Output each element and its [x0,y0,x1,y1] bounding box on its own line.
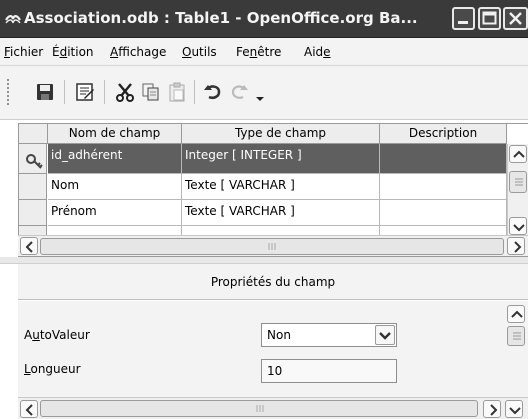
pane-splitter[interactable] [0,257,528,264]
field-description-cell[interactable] [380,200,507,226]
menu-fichier[interactable]: Fichier [4,45,43,59]
toolbar-separator [104,80,105,104]
cut-button[interactable] [114,81,136,103]
close-button[interactable] [503,7,528,30]
title-bar[interactable]: Association.odb : Table1 - OpenOffice.or… [0,0,528,38]
longueur-label: Longueur [24,362,81,376]
autovaleur-value: Non [267,328,291,342]
chevron-down-icon [513,224,525,232]
row-header[interactable] [19,174,47,200]
chevron-left-icon [25,404,33,416]
field-name-cell[interactable]: Nom [48,174,182,200]
paste-icon [169,82,185,102]
edit-button[interactable] [74,81,96,103]
scroll-thumb[interactable] [40,400,478,417]
grip-lines-icon [513,332,521,340]
toolbar-separator [64,80,65,104]
undo-icon [204,85,221,100]
toolbar [0,66,528,120]
toolbar-more-icon [256,97,264,101]
toolbar-grip[interactable] [7,78,9,106]
column-header-type[interactable]: Type de champ [182,124,380,144]
menu-aide[interactable]: Aide [304,45,331,59]
close-icon [509,12,522,25]
column-header-name[interactable]: Nom de champ [48,124,182,144]
window-title: Association.odb : Table1 - OpenOffice.or… [24,9,418,27]
table-design-grid: Nom de champ Type de champ Description i… [18,123,528,236]
grip-lines-icon [515,178,523,186]
menu-affichage[interactable]: Affichage [110,45,166,59]
autovaleur-label: AutoValeur [24,328,90,342]
menu-fenetre[interactable]: Fenêtre [236,45,281,59]
table-vertical-scrollbar[interactable] [507,144,528,236]
grip-lines-icon [268,243,276,250]
toolbar-more-button[interactable] [254,81,266,103]
minimize-icon [458,21,468,24]
properties-horizontal-scrollbar[interactable] [18,397,528,419]
toolbar-separator [194,80,195,104]
menu-bar: Fichier Édition Affichage Outils Fenêtre… [0,38,528,66]
properties-vertical-scrollbar[interactable] [504,301,528,397]
maximize-icon [482,11,497,25]
paste-button[interactable] [166,81,188,103]
save-button[interactable] [34,81,56,103]
scroll-right-button[interactable] [483,400,501,418]
scroll-right-button[interactable] [507,237,525,255]
field-type-cell[interactable]: Texte [ VARCHAR ] [182,200,380,226]
scroll-down-button[interactable] [505,400,523,418]
redo-icon [231,85,248,99]
chevron-up-icon [513,150,525,158]
column-header-description[interactable]: Description [380,124,507,144]
field-name-cell[interactable]: Prénom [48,200,182,226]
autovaleur-dropdown-button[interactable] [375,325,395,345]
field-properties-panel: Propriétés du champ AutoValeur Non Longu… [0,264,528,419]
scroll-down-button[interactable] [509,217,527,235]
scroll-left-button[interactable] [20,237,38,255]
scroll-up-button[interactable] [507,305,525,323]
properties-title: Propriétés du champ [18,264,528,300]
chevron-right-icon [514,241,522,253]
longueur-input[interactable]: 10 [261,359,397,383]
properties-body: AutoValeur Non Longueur 10 [18,301,528,419]
chevron-left-icon [25,241,33,253]
copy-button[interactable] [140,81,162,103]
maximize-button[interactable] [478,7,501,30]
scroll-up-button[interactable] [509,145,527,163]
longueur-value: 10 [267,364,283,378]
autovaleur-select[interactable]: Non [261,323,397,347]
field-description-cell[interactable] [380,174,507,200]
minimize-button[interactable] [452,7,475,30]
menu-edition[interactable]: Édition [52,45,94,59]
row-header[interactable] [19,144,47,174]
redo-button[interactable] [228,81,250,103]
corner-header [19,124,48,144]
field-type-cell[interactable]: Texte [ VARCHAR ] [182,174,380,200]
undo-button[interactable] [202,81,224,103]
field-name-cell[interactable]: id_adhérent [48,144,182,174]
scroll-thumb[interactable] [509,171,527,193]
row-header[interactable] [19,200,47,226]
table-horizontal-scrollbar[interactable] [18,235,528,257]
scroll-thumb[interactable] [40,238,504,255]
chevron-down-icon [509,407,521,415]
grip-lines-icon [256,405,264,412]
menu-outils[interactable]: Outils [182,45,217,59]
copy-icon [142,83,159,101]
field-description-cell[interactable] [380,144,507,174]
save-icon [37,84,53,100]
primary-key-icon [26,154,43,169]
scroll-left-button[interactable] [20,400,38,418]
chevron-up-icon [511,310,523,318]
scroll-thumb[interactable] [507,326,525,346]
field-type-cell[interactable]: Integer [ INTEGER ] [182,144,380,174]
cut-icon [116,83,134,102]
openoffice-gull-icon [5,15,21,24]
chevron-down-icon [379,332,391,340]
chevron-right-icon [490,404,498,416]
edit-icon [76,83,94,101]
